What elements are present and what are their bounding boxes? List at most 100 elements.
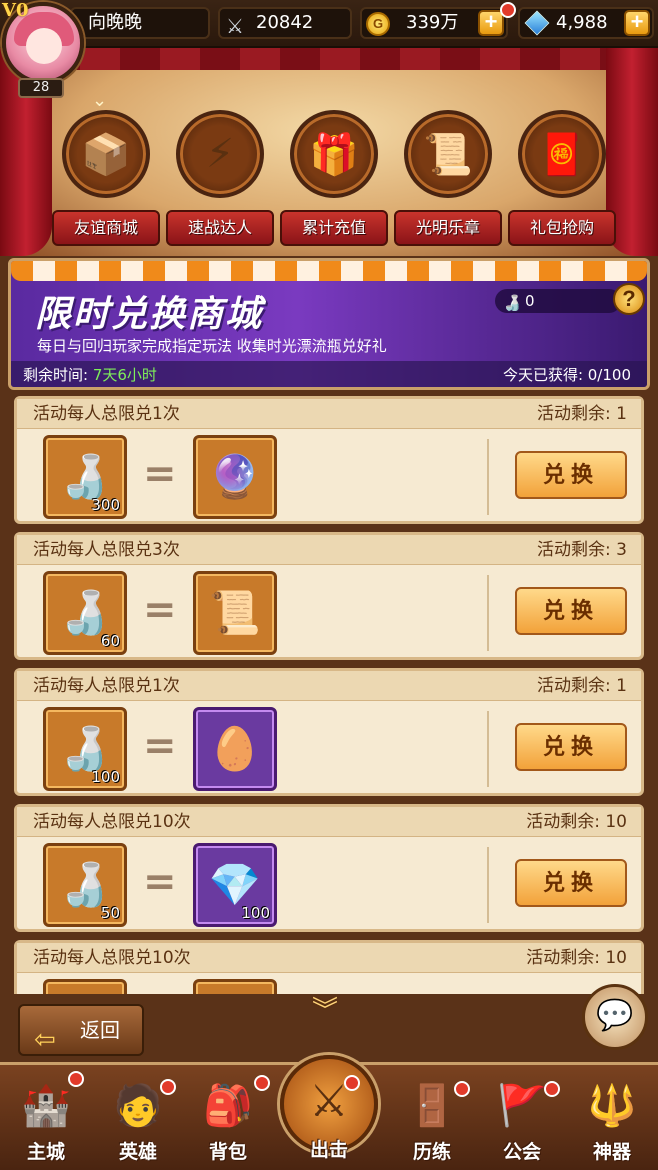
bottle-icon: 🍶 xyxy=(503,294,522,312)
bottle-count-value: 0 xyxy=(525,292,535,310)
exchange-item: 活动每人总限兑1次 活动剩余: 1 🍶 300 = 🔮 兑换 xyxy=(14,396,644,524)
exchange-button[interactable]: 兑换 xyxy=(515,451,627,499)
golden-scroll-icon[interactable]: 📜 xyxy=(193,571,277,655)
gift-box-icon: 📦 xyxy=(62,110,150,198)
shop-tab-label: 累计充值 xyxy=(280,210,388,246)
exchange-button[interactable]: 兑换 xyxy=(515,723,627,771)
nav-label: 背包 xyxy=(208,1142,247,1163)
item-remain: 活动剩余: 1 xyxy=(537,404,627,424)
exchange-list[interactable]: 活动每人总限兑1次 活动剩余: 1 🍶 300 = 🔮 兑换 活动每人总限兑3次 … xyxy=(14,396,644,994)
gem-pill: 4,988 + xyxy=(518,7,654,39)
back-button[interactable]: ⇦ 返回 xyxy=(18,1004,144,1056)
help-button[interactable]: ? xyxy=(613,283,645,315)
exchange-item: 活动每人总限兑1次 活动剩余: 1 🍶 100 = 🥚 兑换 xyxy=(14,668,644,796)
nav-label: 主城 xyxy=(26,1142,65,1163)
shop-tab-label: 友谊商城 xyxy=(52,210,160,246)
shop-tab-label: 光明乐章 xyxy=(394,210,502,246)
scroll-icon: 📜 xyxy=(404,110,492,198)
item-remain: 活动剩余: 10 xyxy=(526,948,627,968)
shop-tab-label: 礼包抢购 xyxy=(508,210,616,246)
cost-count: 60 xyxy=(100,632,120,650)
bottle-cost-slot[interactable]: 🍶 50 xyxy=(43,843,127,927)
reward-count: 100 xyxy=(241,904,270,922)
nav-label: 历练 xyxy=(412,1142,451,1163)
exchange-item: 活动每人总限兑10次 活动剩余: 10 🍶 50 = 💎 100 兑换 xyxy=(14,804,644,932)
cost-count: 100 xyxy=(91,768,120,786)
scroll-down-chevron-icon[interactable]: ︾ xyxy=(312,990,338,1027)
purple-orb-icon[interactable]: 🔮 xyxy=(193,435,277,519)
nav-label: 神器 xyxy=(592,1142,631,1163)
item-remain: 活动剩余: 10 xyxy=(526,812,627,832)
back-arrow-icon: ⇦ xyxy=(34,1025,56,1055)
remaining-time-label: 剩余时间: xyxy=(23,366,89,384)
exchange-button[interactable]: 兑换 xyxy=(515,587,627,635)
notification-dot xyxy=(344,1075,360,1091)
gold-coin-icon: G xyxy=(366,12,390,36)
bottle-count: 🍶 0 xyxy=(495,289,621,313)
item-remain: 活动剩余: 3 xyxy=(537,540,627,560)
shop-tab-speed[interactable]: ⚡ 速战达人 xyxy=(166,104,274,254)
player-name-pill: 向晚晚 xyxy=(70,7,210,39)
gem-icon xyxy=(524,10,550,36)
nav-label-battle: 出击 xyxy=(309,1140,348,1161)
divider xyxy=(487,711,489,787)
today-obtained: 今天已获得: 0/100 xyxy=(502,366,631,384)
remaining-time-bar: 剩余时间: 7天6小时 今天已获得: 0/100 xyxy=(11,361,647,387)
shop-tab-giftpack[interactable]: 🧧 礼包抢购 xyxy=(508,104,616,254)
guild-banner-icon: 🚩 xyxy=(497,1082,547,1129)
player-name: 向晚晚 xyxy=(88,12,142,33)
bottle-cost-slot[interactable]: 🍶 60 xyxy=(43,571,127,655)
purple-egg-icon[interactable]: 🥚 xyxy=(193,707,277,791)
shop-tab-friendship[interactable]: ⌄ 📦 友谊商城 xyxy=(52,90,160,254)
notification-dot xyxy=(160,1079,176,1095)
gold-notification-dot xyxy=(500,2,516,18)
chat-bubble-icon: 💬 xyxy=(596,998,634,1033)
vip-badge: V0 xyxy=(2,0,29,21)
divider xyxy=(487,847,489,923)
bottle-cost-slot[interactable]: 🍶 xyxy=(43,979,127,994)
shop-tab-light[interactable]: 📜 光明乐章 xyxy=(394,104,502,254)
chat-button[interactable]: 💬 xyxy=(582,984,648,1050)
item-remain: 活动剩余: 1 xyxy=(537,676,627,696)
notification-dot xyxy=(454,1081,470,1097)
bottom-nav: 🏰 主城 🧑 英雄 🎒 背包 ⚔ 出击 🚪 历练 🚩 公会 🔱 神器 xyxy=(0,1055,658,1170)
equals-sign: = xyxy=(143,451,177,497)
shop-tabs: ⌄ 📦 友谊商城 ⚡ 速战达人 🎁 累计充值 📜 光明乐章 🧧 礼包抢购 xyxy=(52,90,616,254)
notification-dot xyxy=(544,1081,560,1097)
remaining-time-value: 7天6小时 xyxy=(92,366,157,384)
power-value: 20842 xyxy=(256,12,314,33)
curtain-valance xyxy=(0,48,658,70)
equals-sign: = xyxy=(143,859,177,905)
backpack-icon: 🎒 xyxy=(203,1082,253,1129)
equals-sign: = xyxy=(143,723,177,769)
item-icon[interactable]: 📜 xyxy=(193,979,277,994)
blue-crystal-icon[interactable]: 💎 100 xyxy=(193,843,277,927)
nav-item-artifact[interactable]: 🔱 神器 xyxy=(570,1071,654,1170)
awning-stripe xyxy=(11,261,647,281)
shop-stage: ⌄ 📦 友谊商城 ⚡ 速战达人 🎁 累计充值 📜 光明乐章 🧧 礼包抢购 xyxy=(0,48,658,256)
chevron-down-icon: ⌄ xyxy=(92,90,108,111)
bottle-cost-slot[interactable]: 🍶 100 xyxy=(43,707,127,791)
bottle-cost-slot[interactable]: 🍶 300 xyxy=(43,435,127,519)
nav-label: 英雄 xyxy=(118,1142,157,1163)
castle-icon: 🏰 xyxy=(21,1082,71,1129)
portal-icon: 🚪 xyxy=(407,1082,457,1129)
gift-gem-icon: 🎁 xyxy=(290,110,378,198)
add-gem-button[interactable]: + xyxy=(624,10,650,36)
nav-label: 公会 xyxy=(502,1142,541,1163)
exchange-item: 活动每人总限兑3次 活动剩余: 3 🍶 60 = 📜 兑换 xyxy=(14,532,644,660)
exchange-button[interactable]: 兑换 xyxy=(515,859,627,907)
gold-value: 339万 xyxy=(406,12,459,33)
top-bar: 向晚晚 ⚔ 20842 G 339万 + 4,988 + xyxy=(0,0,658,48)
lightning-badge-icon: ⚡ xyxy=(176,110,264,198)
gem-value: 4,988 xyxy=(556,12,608,33)
gift-pack-icon: 🧧 xyxy=(518,110,606,198)
player-level: 28 xyxy=(18,78,64,98)
hero-icon: 🧑 xyxy=(113,1082,163,1129)
cost-count: 300 xyxy=(91,496,120,514)
gold-pill: G 339万 + xyxy=(360,7,508,39)
cost-count: 50 xyxy=(100,904,120,922)
artifact-icon: 🔱 xyxy=(587,1082,637,1129)
equals-sign: = xyxy=(143,587,177,633)
shop-tab-recharge[interactable]: 🎁 累计充值 xyxy=(280,104,388,254)
